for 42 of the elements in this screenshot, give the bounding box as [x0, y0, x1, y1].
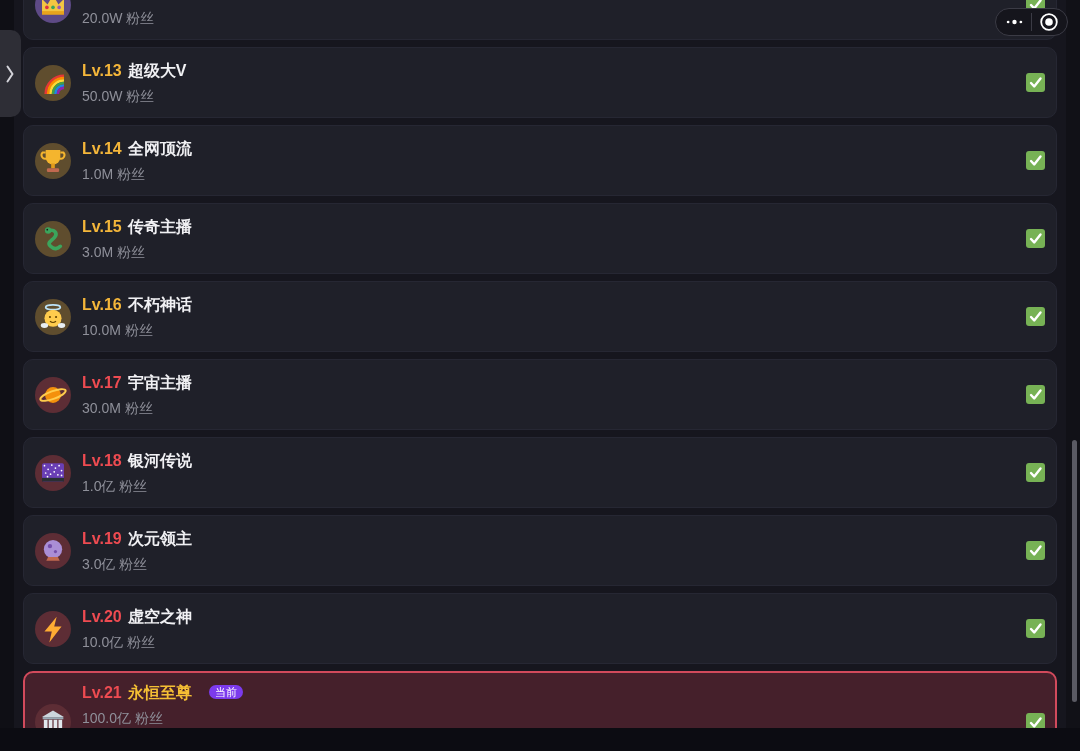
trophy-icon [35, 142, 71, 179]
level-label: Lv.13 [82, 61, 122, 81]
follower-count: 1.0M 粉丝 [82, 165, 145, 184]
level-label: Lv.17 [82, 373, 122, 393]
level-label: Lv.15 [82, 217, 122, 237]
follower-count: 3.0亿 粉丝 [82, 555, 148, 574]
crystal-ball-icon [35, 532, 71, 569]
level-title: 永恒至尊 [127, 683, 192, 703]
ring-dot-icon[interactable] [1040, 13, 1058, 31]
level-label: Lv.14 [82, 139, 122, 159]
scrollbar-thumb[interactable] [1072, 440, 1077, 702]
follower-count: 50.0W 粉丝 [82, 87, 155, 106]
level-label: Lv.20 [82, 607, 122, 627]
level-title: 超级大V [127, 61, 187, 81]
level-label: Lv.16 [82, 295, 122, 315]
follower-count: 100.0亿 粉丝 [82, 709, 163, 728]
level-title: 虚空之神 [127, 607, 192, 627]
level-label: Lv.19 [82, 529, 122, 549]
level-title: 银河传说 [127, 451, 192, 471]
rainbow-icon [35, 64, 71, 101]
halo-face-icon [35, 298, 71, 335]
follower-count: 10.0亿 粉丝 [82, 633, 156, 652]
level-label: Lv.18 [82, 451, 122, 471]
follower-count: 30.0M 粉丝 [82, 399, 153, 418]
ringed-planet-icon [35, 376, 71, 413]
snake-icon [35, 220, 71, 257]
follower-count: 1.0亿 粉丝 [82, 477, 148, 496]
level-title: 宇宙主播 [127, 373, 192, 393]
level-title: 传奇主播 [127, 217, 192, 237]
starry-sky-icon [35, 454, 71, 491]
follower-count: 3.0M 粉丝 [82, 243, 145, 262]
level-title: 不朽神话 [127, 295, 192, 315]
chevron-right-icon [6, 64, 14, 83]
follower-count: 10.0M 粉丝 [82, 321, 153, 340]
level-title: 全网顶流 [127, 139, 192, 159]
level-title: 次元领主 [127, 529, 192, 549]
current-badge: 当前 [208, 684, 243, 699]
level-label: Lv.21 [82, 683, 122, 703]
drawer-handle[interactable] [0, 30, 21, 117]
lightning-icon [35, 610, 71, 647]
more-icon[interactable] [1006, 19, 1023, 25]
follower-count: 20.0W 粉丝 [82, 9, 155, 28]
